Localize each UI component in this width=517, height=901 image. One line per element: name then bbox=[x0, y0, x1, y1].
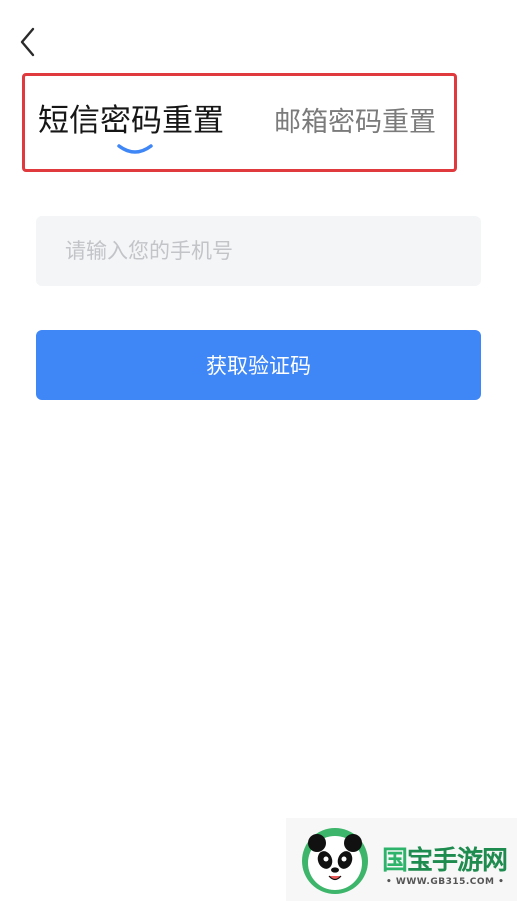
site-watermark: 国宝手游网 • WWW.GB315.COM • bbox=[286, 818, 517, 901]
watermark-url: • WWW.GB315.COM • bbox=[386, 877, 505, 887]
panda-logo-icon bbox=[302, 828, 368, 894]
watermark-title: 国宝手游网 bbox=[382, 846, 508, 876]
get-code-button-label: 获取验证码 bbox=[206, 354, 311, 378]
tab-email-reset[interactable]: 邮箱密码重置 bbox=[274, 109, 436, 136]
tab-sms-reset[interactable]: 短信密码重置 bbox=[38, 106, 224, 137]
active-tab-indicator bbox=[117, 144, 153, 154]
reset-method-tabs: 短信密码重置 邮箱密码重置 bbox=[22, 73, 457, 172]
password-reset-page: 短信密码重置 邮箱密码重置 获取验证码 国宝手游网 • WWW.GB315.CO… bbox=[0, 0, 517, 901]
phone-number-input[interactable] bbox=[36, 216, 481, 286]
get-verification-code-button[interactable]: 获取验证码 bbox=[36, 330, 481, 400]
chevron-left-icon bbox=[20, 27, 35, 57]
back-button[interactable] bbox=[14, 24, 44, 60]
